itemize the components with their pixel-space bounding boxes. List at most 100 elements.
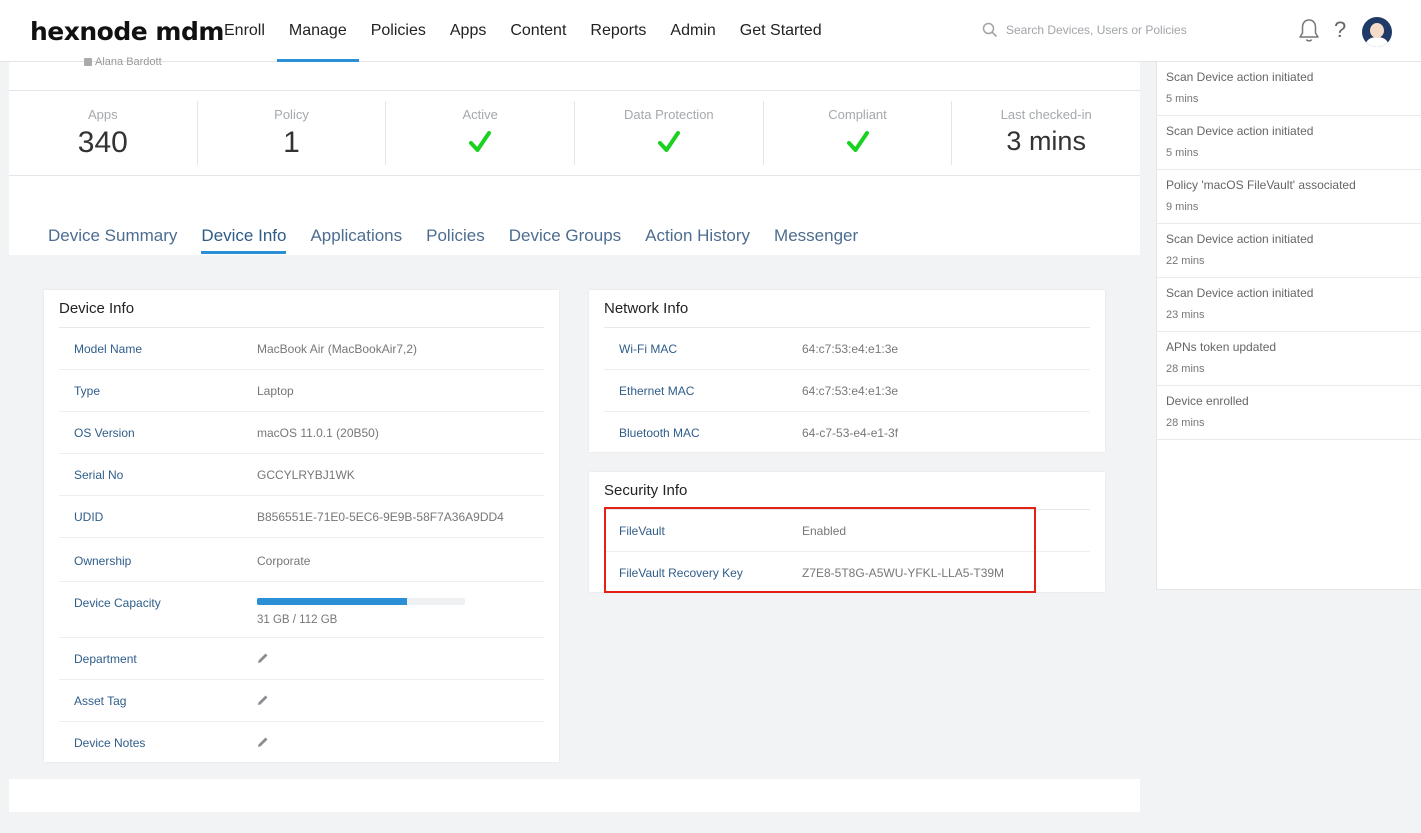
network-row-ethernet-mac: Ethernet MAC 64:c7:53:e4:e1:3e <box>604 370 1090 412</box>
info-row-type: Type Laptop <box>59 370 544 412</box>
edit-pencil-icon[interactable] <box>257 736 269 748</box>
tab-device-groups[interactable]: Device Groups <box>497 222 633 252</box>
info-row-asset-tag: Asset Tag <box>59 680 544 722</box>
stat-label: Last checked-in <box>1000 107 1092 122</box>
check-icon <box>846 131 869 152</box>
stat-label: Policy <box>274 107 309 122</box>
activity-title: Scan Device action initiated <box>1166 70 1314 84</box>
activity-title: APNs token updated <box>1166 340 1277 354</box>
device-owner-name: Alana Bardott <box>95 56 162 68</box>
activity-time: 5 mins <box>1166 93 1199 105</box>
row-value: macOS 11.0.1 (20B50) <box>257 426 379 440</box>
stat-apps[interactable]: Apps 340 <box>9 101 198 165</box>
activity-time: 5 mins <box>1166 147 1199 159</box>
activity-title: Policy 'macOS FileVault' associated <box>1166 178 1356 192</box>
row-label: Type <box>74 384 101 398</box>
stat-label: Apps <box>88 107 118 122</box>
row-label: Department <box>74 652 137 666</box>
stat-label: Data Protection <box>624 107 714 122</box>
help-icon[interactable]: ? <box>1334 17 1346 43</box>
capacity-meter: 31 GB / 112 GB <box>257 596 465 626</box>
row-value: Laptop <box>257 384 294 398</box>
row-label: Bluetooth MAC <box>619 426 700 440</box>
tab-device-summary[interactable]: Device Summary <box>36 222 189 252</box>
search-icon <box>982 22 998 38</box>
info-row-device-capacity: Device Capacity 31 GB / 112 GB <box>59 582 544 638</box>
stat-label: Compliant <box>828 107 887 122</box>
card-title: Device Info <box>59 300 135 317</box>
stat-active: Active <box>386 101 576 165</box>
stat-last-checked-in: Last checked-in 3 mins <box>952 101 1140 165</box>
row-label: Device Capacity <box>74 596 161 610</box>
check-icon <box>469 131 492 152</box>
main-nav: Enroll Manage Policies Apps Content Repo… <box>212 0 834 62</box>
nav-admin[interactable]: Admin <box>658 0 727 62</box>
nav-content[interactable]: Content <box>498 0 578 62</box>
row-value: MacBook Air (MacBookAir7,2) <box>257 342 418 356</box>
row-label: Ethernet MAC <box>619 384 695 398</box>
edit-pencil-icon[interactable] <box>257 652 269 664</box>
row-label: Device Notes <box>74 736 146 750</box>
stat-value: 1 <box>283 126 300 159</box>
hexnode-logo[interactable]: hexnode mdm <box>30 17 224 46</box>
footer-strip <box>9 812 1140 833</box>
stat-policy[interactable]: Policy 1 <box>198 101 387 165</box>
stat-value: 3 mins <box>1006 126 1086 156</box>
tab-messenger[interactable]: Messenger <box>762 222 870 252</box>
stat-label: Active <box>462 107 498 122</box>
nav-enroll[interactable]: Enroll <box>212 0 277 62</box>
capacity-bar <box>257 598 465 605</box>
activity-item[interactable]: APNs token updated 28 mins <box>1157 332 1421 386</box>
info-row-serial-no: Serial No GCCYLRYBJ1WK <box>59 454 544 496</box>
user-icon <box>84 58 92 66</box>
edit-pencil-icon[interactable] <box>257 694 269 706</box>
activity-item[interactable]: Device enrolled 28 mins <box>1157 386 1421 440</box>
activity-title: Scan Device action initiated <box>1166 286 1314 300</box>
nav-policies[interactable]: Policies <box>359 0 438 62</box>
device-stats: Apps 340 Policy 1 Active Data Protection… <box>9 90 1140 176</box>
card-title: Network Info <box>604 300 689 317</box>
activity-item[interactable]: Scan Device action initiated 23 mins <box>1157 278 1421 332</box>
search-input[interactable] <box>1006 23 1226 37</box>
nav-manage[interactable]: Manage <box>276 0 359 62</box>
tab-action-history[interactable]: Action History <box>633 222 762 252</box>
tab-policies[interactable]: Policies <box>414 222 497 252</box>
info-row-model-name: Model Name MacBook Air (MacBookAir7,2) <box>59 328 544 370</box>
notification-bell-icon[interactable] <box>1298 18 1320 44</box>
row-value: B856551E-71E0-5EC6-9E9B-58F7A36A9DD4 <box>257 510 504 524</box>
nav-apps[interactable]: Apps <box>438 0 498 62</box>
network-row-bluetooth-mac: Bluetooth MAC 64-c7-53-e4-e1-3f <box>604 412 1090 454</box>
stat-data-protection: Data Protection <box>575 101 764 165</box>
activity-title: Scan Device action initiated <box>1166 232 1314 246</box>
row-label: Wi-Fi MAC <box>619 342 677 356</box>
info-row-udid: UDID B856551E-71E0-5EC6-9E9B-58F7A36A9DD… <box>59 496 544 538</box>
nav-reports[interactable]: Reports <box>578 0 658 62</box>
info-row-device-notes: Device Notes <box>59 722 544 764</box>
stat-compliant: Compliant <box>764 101 953 165</box>
activity-time: 23 mins <box>1166 309 1205 321</box>
row-value: 64:c7:53:e4:e1:3e <box>802 342 899 356</box>
network-info-card: Network Info Wi-Fi MAC 64:c7:53:e4:e1:3e… <box>589 290 1105 452</box>
tab-applications[interactable]: Applications <box>298 222 414 252</box>
capacity-bar-fill <box>257 598 407 605</box>
nav-get-started[interactable]: Get Started <box>728 0 834 62</box>
activity-item[interactable]: Scan Device action initiated 5 mins <box>1157 62 1421 116</box>
device-owner: Alana Bardott <box>84 56 162 68</box>
activity-time: 9 mins <box>1166 201 1199 213</box>
annotation-highlight-box <box>604 507 1036 593</box>
stat-value: 340 <box>77 126 128 159</box>
top-navigation-bar: hexnode mdm Enroll Manage Policies Apps … <box>0 0 1421 62</box>
row-value: Corporate <box>257 554 311 568</box>
activity-item[interactable]: Scan Device action initiated 5 mins <box>1157 116 1421 170</box>
row-value: 64-c7-53-e4-e1-3f <box>802 426 899 440</box>
global-search <box>982 22 1226 38</box>
activity-item[interactable]: Policy 'macOS FileVault' associated 9 mi… <box>1157 170 1421 224</box>
activity-item[interactable]: Scan Device action initiated 22 mins <box>1157 224 1421 278</box>
user-avatar[interactable] <box>1362 17 1392 47</box>
activity-time: 22 mins <box>1166 255 1205 267</box>
tab-device-info[interactable]: Device Info <box>189 222 298 254</box>
device-info-card: Device Info Model Name MacBook Air (MacB… <box>44 290 559 762</box>
activity-title: Scan Device action initiated <box>1166 124 1314 138</box>
row-label: Asset Tag <box>74 694 127 708</box>
row-label: Ownership <box>74 554 132 568</box>
